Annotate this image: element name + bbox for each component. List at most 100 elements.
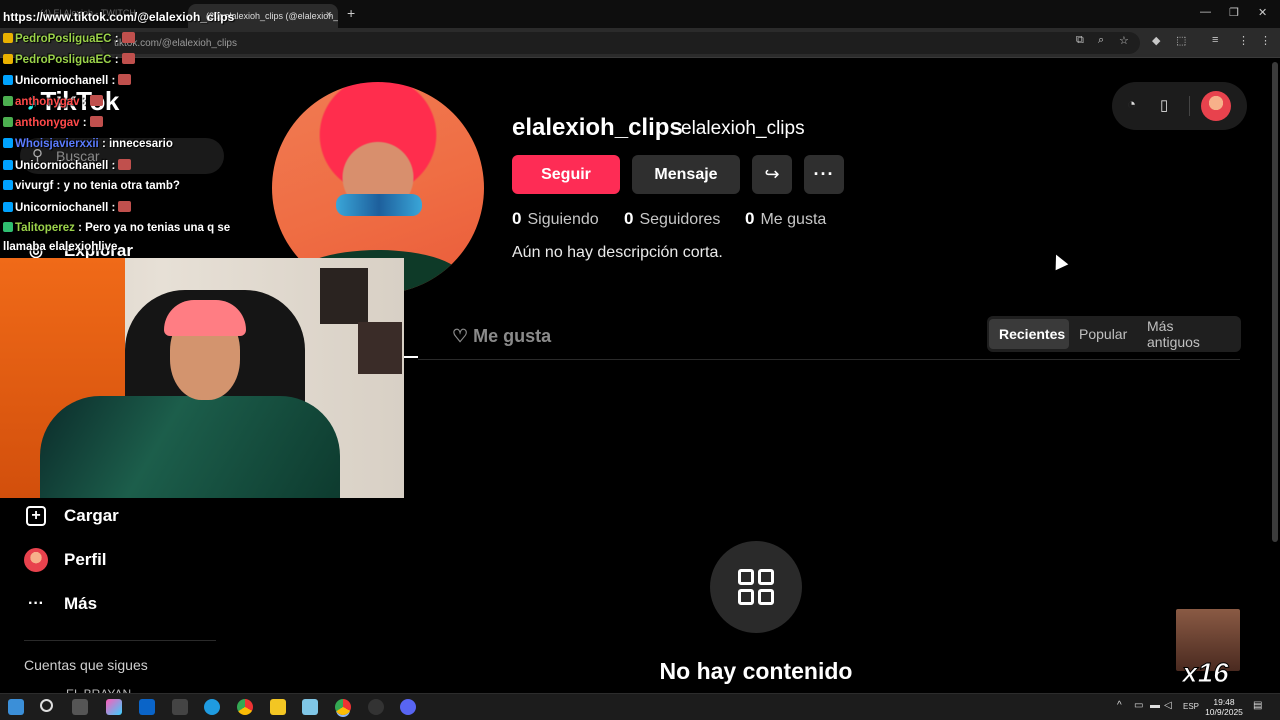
upload-icon: + [26,506,46,526]
zoom-icon[interactable]: ⌕ [1098,34,1104,47]
language-indicator[interactable]: ESP [1183,702,1199,711]
chat-emote-icon [121,32,135,43]
nav-perfil[interactable]: Perfil [24,545,107,575]
chat-message: anthonygav : [3,95,103,108]
clock-date: 10/9/2025 [1205,707,1243,717]
discord-icon[interactable] [400,699,416,715]
chat-badge-icon [3,138,13,148]
copilot-icon[interactable] [106,699,122,715]
chat-badge-icon [3,75,13,85]
task-view-icon[interactable] [72,699,88,715]
follow-button[interactable]: Seguir [512,155,620,194]
chat-username: vivurgf [15,180,57,192]
more-options-button[interactable]: ··· [804,155,844,194]
window-close-icon[interactable]: ✕ [1258,6,1267,19]
stat-followers[interactable]: 0 Seguidores [624,209,720,229]
stat-followers-label: Seguidores [639,211,721,228]
tab-liked[interactable]: ♡ Me gusta [452,326,551,347]
webcam-hoodie [40,396,340,498]
chrome-active-icon[interactable] [335,699,351,715]
media-icon[interactable]: ≡ [1212,34,1218,46]
network-icon[interactable]: ▭ [1134,700,1143,711]
tray-chevron-icon[interactable]: ^ [1117,700,1122,711]
chrome-icon[interactable] [237,699,253,715]
chat-message: vivurgf : y no tenia otra tamb? [3,180,180,192]
coins-icon[interactable]: ◔ [1127,96,1136,113]
nav-perfil-label: Perfil [64,550,107,569]
nav-cargar-label: Cargar [64,506,119,525]
profile-avatar-icon [24,548,48,572]
empty-state-title: No hay contenido [659,658,853,684]
more-dots-icon: ··· [28,595,44,612]
stat-likes-count: 0 [745,209,755,228]
reaction-multiplier: x16 [1182,657,1230,689]
notification-icon[interactable]: ▤ [1253,700,1262,711]
chat-emote-icon [89,116,103,127]
chat-text: : [111,160,116,172]
chat-message: Unicorniochanell : [3,201,132,214]
stream-url-overlay: https://www.tiktok.com/@elalexioh_clips [3,10,235,24]
ellipsis-icon: ··· [813,164,835,184]
chat-message: Talitoperez : Pero ya no tenias una q se [3,222,230,234]
app-icon[interactable] [302,699,318,715]
chat-badge-icon [3,96,13,106]
nav-mas[interactable]: ··· Más [24,589,97,619]
profile-nickname: elalexioh_clips [681,118,805,139]
sidebar-divider [24,640,216,641]
avatar-sunglasses [336,194,422,216]
stat-likes-label: Me gusta [760,211,827,228]
store-icon[interactable] [172,699,188,715]
message-button[interactable]: Mensaje [632,155,740,194]
nav-cargar[interactable]: + Cargar [24,501,119,531]
extension-icon[interactable]: ◆ [1152,34,1160,47]
chat-emote-icon [118,74,132,85]
chat-text: : innecesario [101,138,173,150]
install-app-icon[interactable]: ⧉ [1076,34,1084,47]
battery-icon[interactable]: ▬ [1150,700,1160,711]
stat-followers-count: 0 [624,209,634,228]
webcam-feed [0,258,404,498]
sort-mas-antiguos[interactable]: Más antiguos [1137,318,1239,350]
share-button[interactable]: ↪ [752,155,792,194]
nav-mas-label: Más [64,594,98,613]
stat-following[interactable]: 0 Siguiendo [512,209,599,229]
file-explorer-icon[interactable] [270,699,286,715]
chat-text: : y no tenia otra tamb? [56,180,180,192]
chat-text: : [114,54,119,66]
obs-icon[interactable] [368,699,384,715]
chrome-menu-icon[interactable]: ⋮ [1260,34,1271,47]
chat-username: PedroPosliguaEC [15,54,115,66]
restore-icon[interactable]: ❐ [1229,6,1239,19]
tab-indicator [404,356,418,358]
profile-icon[interactable]: ⋮ [1238,34,1249,47]
page-scrollbar[interactable] [1272,62,1278,542]
chat-badge-icon [3,222,13,232]
phone-icon[interactable]: ▯ [1160,96,1168,114]
webcam-poster [320,268,368,324]
stream-chat-overlay: PedroPosliguaEC : PedroPosliguaEC : Unicor… [0,0,240,258]
minimize-icon[interactable]: — [1200,6,1211,18]
profile-username: elalexioh_clips [512,114,683,141]
taskbar-clock[interactable]: 19:48 10/9/2025 [1204,697,1244,717]
sort-popular[interactable]: Popular [1069,319,1135,349]
account-avatar[interactable] [1201,91,1231,121]
chat-text: : [111,202,116,214]
address-bar[interactable]: tiktok.com/@elalexioh_clips [100,32,1140,54]
windows-taskbar: ^ ▭ ▬ ◁ ESP 19:48 10/9/2025 ▤ [0,693,1280,720]
sort-recientes[interactable]: Recientes [989,319,1069,349]
tab-close-icon[interactable]: × [326,9,332,21]
volume-icon[interactable]: ◁ [1164,700,1172,711]
chat-text: llamaba elalexiohlive [3,241,118,253]
following-title: Cuentas que sigues [24,657,148,673]
chat-emote-icon [121,53,135,64]
edge-icon[interactable] [204,699,220,715]
chat-emote-icon [89,95,103,106]
search-taskbar-icon[interactable] [40,699,53,712]
outlook-icon[interactable] [139,699,155,715]
new-tab-button[interactable]: + [347,5,355,21]
start-icon[interactable] [8,699,24,715]
puzzle-icon[interactable]: ⬚ [1176,34,1186,47]
bookmark-star-icon[interactable]: ☆ [1119,34,1129,47]
chat-text: : Pero ya no tenias una q se [78,222,231,234]
chat-badge-icon [3,202,13,212]
